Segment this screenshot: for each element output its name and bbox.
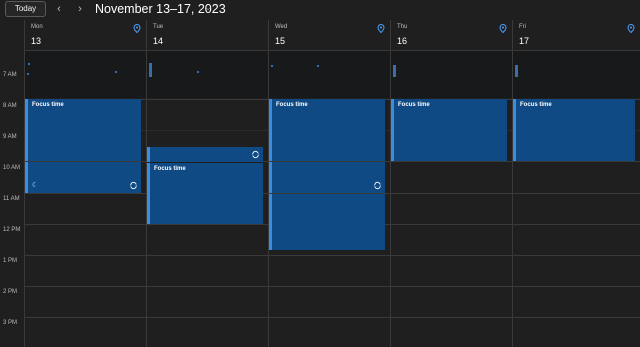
- time-label: 10 AM: [3, 165, 21, 171]
- day-header-tue[interactable]: Tue 14: [146, 20, 268, 50]
- redaction-mark: [393, 65, 396, 77]
- day-number: 15: [275, 36, 286, 46]
- day-name: Mon: [31, 24, 43, 30]
- hour-line: [24, 255, 640, 256]
- redaction-mark: [149, 63, 152, 77]
- chevron-right-icon[interactable]: ›: [73, 1, 87, 17]
- time-label: 11 AM: [3, 196, 20, 202]
- day-header-thu[interactable]: Thu 16: [390, 20, 512, 50]
- calendar-event[interactable]: [269, 194, 385, 250]
- time-label: 2 PM: [3, 289, 18, 295]
- time-label: 7 AM: [3, 72, 17, 78]
- day-name: Tue: [153, 24, 164, 30]
- day-name: Fri: [519, 24, 526, 30]
- recurring-icon: [252, 150, 259, 159]
- redaction-mark: [197, 71, 199, 73]
- chevron-left-icon[interactable]: ‹: [52, 1, 66, 17]
- day-number: 16: [397, 36, 408, 46]
- redacted-event[interactable]: [269, 51, 390, 98]
- event-title: Focus time: [32, 102, 64, 108]
- moon-icon: ☾: [32, 182, 39, 189]
- week-grid[interactable]: 7 AM 8 AM 9 AM 10 AM 11 AM 12 PM 1 PM 2 …: [0, 50, 640, 347]
- day-header-mon[interactable]: Mon 13: [24, 20, 146, 50]
- event-title: Focus time: [520, 102, 552, 108]
- redacted-event[interactable]: [25, 51, 146, 98]
- calendar-event[interactable]: [269, 162, 385, 193]
- day-number: 13: [31, 36, 42, 46]
- hour-line: [24, 317, 640, 318]
- hour-line: [24, 286, 640, 287]
- event-title: Focus time: [276, 102, 308, 108]
- focus-time-event[interactable]: Focus time: [25, 99, 141, 161]
- location-pin-icon[interactable]: [377, 24, 385, 33]
- today-button[interactable]: Today: [5, 1, 46, 17]
- focus-time-event[interactable]: Focus time: [391, 99, 507, 161]
- redacted-event[interactable]: [391, 51, 512, 98]
- time-label: 3 PM: [3, 320, 18, 326]
- redaction-mark: [317, 65, 319, 67]
- event-title: Focus time: [154, 166, 186, 172]
- redaction-mark: [515, 65, 518, 77]
- event-title: Focus time: [398, 102, 430, 108]
- calendar-event[interactable]: ☾: [25, 162, 141, 193]
- time-label: 12 PM: [3, 227, 21, 233]
- day-number: 17: [519, 36, 530, 46]
- focus-time-event[interactable]: Focus time: [513, 99, 635, 161]
- location-pin-icon[interactable]: [499, 24, 507, 33]
- day-header-wed[interactable]: Wed 15: [268, 20, 390, 50]
- calendar-toolbar: Today ‹ › November 13–17, 2023 ⌵: [0, 0, 640, 20]
- location-pin-icon[interactable]: [133, 24, 141, 33]
- redacted-event[interactable]: [513, 51, 640, 98]
- day-name: Thu: [397, 24, 408, 30]
- day-name: Wed: [275, 24, 288, 30]
- redaction-mark: [115, 71, 117, 73]
- time-label: 9 AM: [3, 134, 17, 140]
- calendar-event[interactable]: [147, 147, 263, 162]
- recurring-icon: [374, 181, 381, 190]
- redacted-event[interactable]: [147, 51, 268, 98]
- chevron-down-icon[interactable]: ⌵: [205, 3, 211, 13]
- focus-time-event[interactable]: Focus time: [269, 99, 385, 161]
- day-header-fri[interactable]: Fri 17: [512, 20, 640, 50]
- redaction-mark: [27, 73, 29, 75]
- redaction-mark: [271, 65, 273, 67]
- day-number: 14: [153, 36, 164, 46]
- location-pin-icon[interactable]: [627, 24, 635, 33]
- redaction-mark: [28, 63, 30, 65]
- recurring-icon: [130, 181, 137, 190]
- time-label: 1 PM: [3, 258, 18, 264]
- time-label: 8 AM: [3, 103, 17, 109]
- focus-time-event[interactable]: Focus time: [147, 163, 263, 224]
